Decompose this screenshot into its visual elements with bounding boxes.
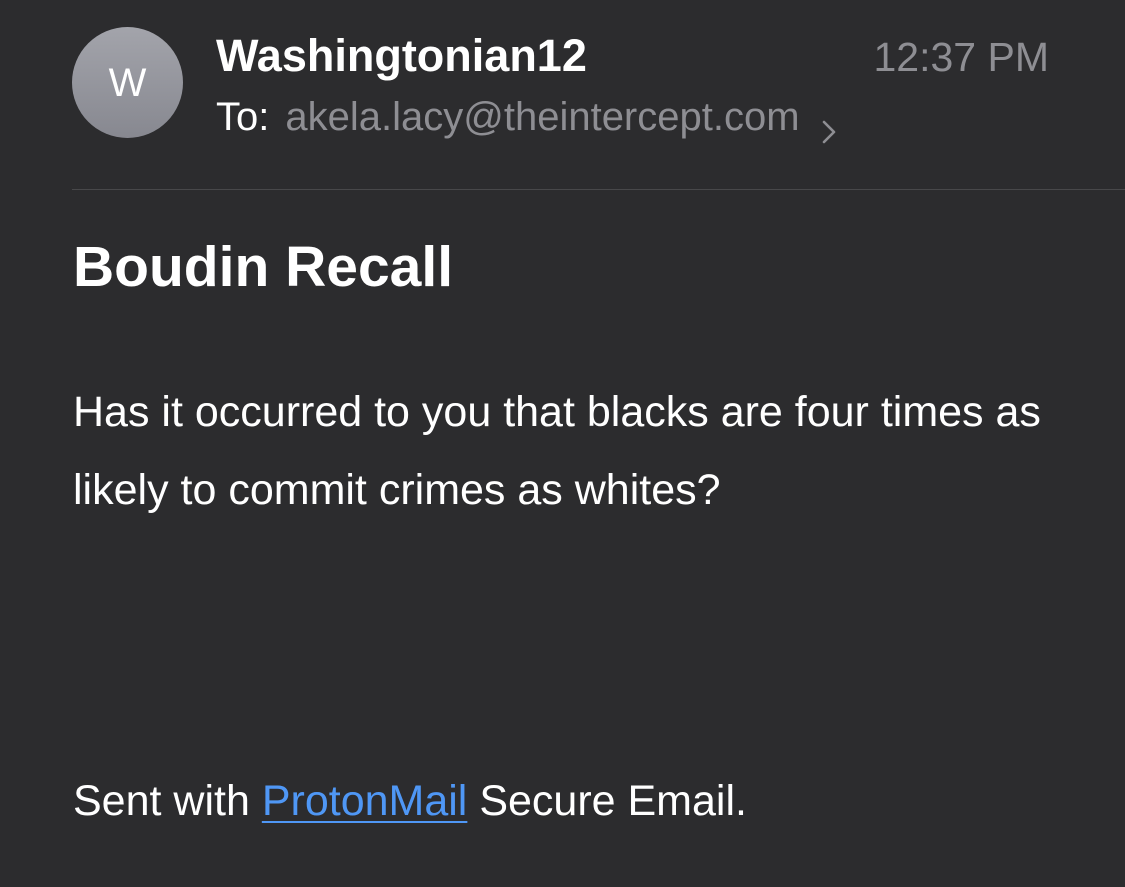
email-subject: Boudin Recall (73, 235, 454, 299)
protonmail-link[interactable]: ProtonMail (262, 777, 468, 825)
sent-time: 12:37 PM (873, 34, 1050, 80)
email-signature: Sent with ProtonMail Secure Email. (73, 765, 747, 837)
avatar-initial: W (108, 60, 147, 105)
header-divider (72, 189, 1125, 190)
message-header: W Washingtonian12 12:37 PM To: akela.lac… (0, 0, 1125, 190)
email-view: W Washingtonian12 12:37 PM To: akela.lac… (0, 0, 1125, 887)
chevron-right-icon[interactable] (822, 106, 836, 144)
signature-prefix: Sent with (73, 777, 250, 825)
email-body: Has it occurred to you that blacks are f… (73, 388, 1041, 514)
to-label: To: (216, 95, 270, 139)
recipient-address[interactable]: akela.lacy@theintercept.com (285, 92, 799, 142)
sender-name[interactable]: Washingtonian12 (216, 29, 587, 83)
recipient-line[interactable]: To: akela.lacy@theintercept.com (216, 92, 836, 144)
signature-suffix: Secure Email. (479, 777, 747, 825)
avatar[interactable]: W (72, 27, 183, 138)
